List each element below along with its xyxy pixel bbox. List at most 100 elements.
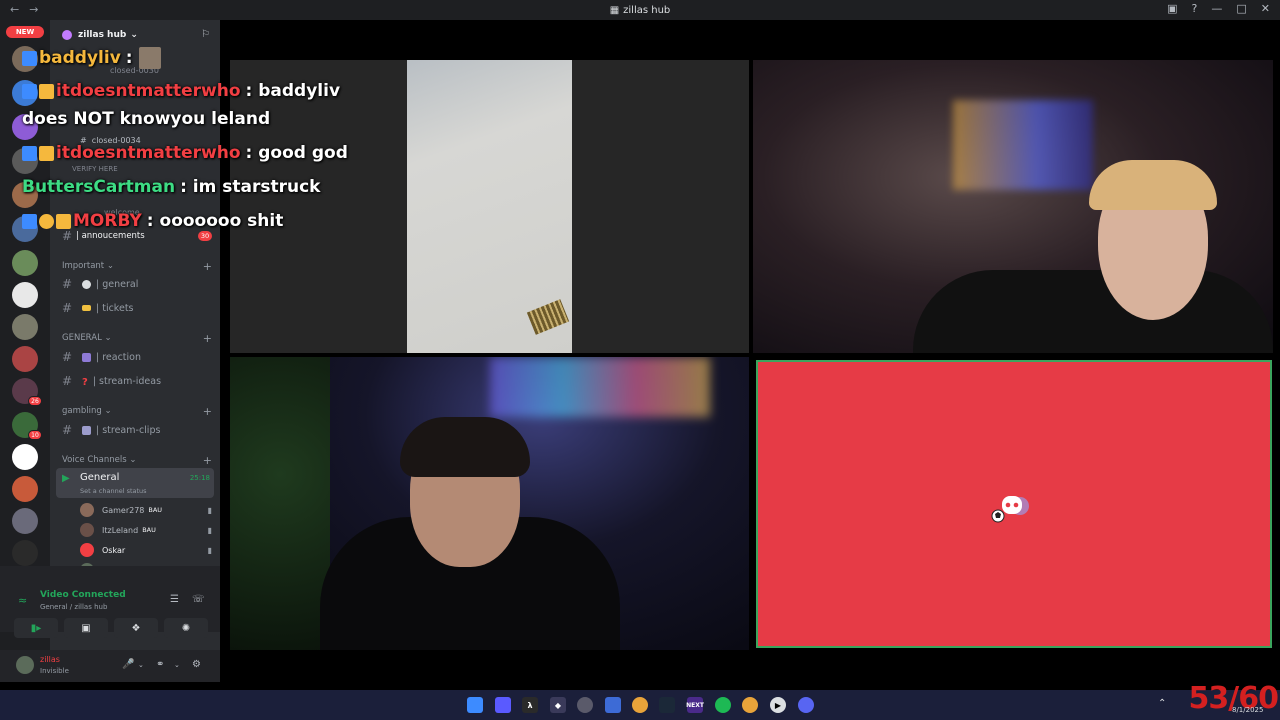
server-icon-16[interactable] (12, 540, 38, 566)
category-important[interactable]: Important ⌄ + (62, 260, 212, 273)
next-app-icon[interactable]: NEXT (686, 697, 704, 713)
chrome-icon[interactable] (632, 697, 648, 713)
hash-icon: # (62, 277, 73, 291)
channel-reaction[interactable]: # | reaction (62, 347, 212, 367)
server-avatar-icon (62, 30, 72, 40)
vscode-icon[interactable] (605, 697, 621, 713)
disconnect-icon[interactable]: ☏ (192, 594, 205, 605)
add-channel-icon[interactable]: + (203, 405, 212, 418)
soundboard-button[interactable]: ✺ (164, 618, 208, 638)
channel-tickets[interactable]: # | tickets (62, 298, 212, 318)
server-icon-11[interactable]: 26 (12, 378, 42, 406)
server-icon-9[interactable] (12, 314, 38, 340)
screen-share-button[interactable]: ▣ (64, 618, 108, 638)
task-view-icon[interactable] (495, 697, 511, 713)
hash-icon: # (62, 423, 73, 437)
server-icon-13[interactable] (12, 444, 38, 470)
chat-username: baddyliv (39, 48, 121, 68)
chevron-down-icon[interactable]: ⌄ (138, 661, 144, 669)
app-icon-1[interactable]: λ (522, 697, 538, 713)
chat-message: itdoesntmatterwho : good god (22, 143, 348, 163)
webcam-tile-1[interactable] (753, 60, 1273, 353)
server-icon-8[interactable] (12, 282, 38, 308)
back-arrow-icon[interactable]: ← (10, 3, 19, 16)
video-camera-icon: ▮▸ (30, 622, 42, 634)
chevron-down-icon: ⌄ (106, 261, 114, 271)
spotify-icon[interactable] (715, 697, 731, 713)
camera-icon: ▮ (207, 525, 212, 535)
add-member-icon[interactable]: ⚐ (201, 29, 210, 40)
channel-stream-ideas[interactable]: # ? | stream-ideas (62, 371, 212, 391)
taskbar-date[interactable]: 8/1/2025 (1232, 706, 1263, 714)
screen: ← → ▦ zillas hub ▣ ? — □ ✕ NEW 26 10 zil… (0, 0, 1280, 720)
minimize-icon[interactable]: — (1211, 2, 1222, 15)
discord-icon[interactable] (798, 697, 814, 713)
chrome-icon-2[interactable] (742, 697, 758, 713)
voice-user[interactable]: Oskar ▮ (80, 541, 212, 559)
chevron-up-icon[interactable]: ⌃ (1158, 698, 1166, 709)
server-icon-10[interactable] (12, 346, 38, 372)
activities-button[interactable]: ❖ (114, 618, 158, 638)
server-icon-12[interactable]: 10 (12, 412, 42, 440)
participant-tile-no-video[interactable] (756, 360, 1272, 648)
person-hat-image (1089, 160, 1217, 210)
signal-icon[interactable]: ≈ (18, 594, 27, 607)
voice-channel-status[interactable]: Set a channel status (80, 487, 147, 495)
category-label: gambling (62, 406, 102, 416)
add-channel-icon[interactable]: + (203, 260, 212, 273)
media-player-icon[interactable]: ▶ (770, 697, 786, 713)
steam-icon[interactable] (659, 697, 675, 713)
category-gambling[interactable]: gambling ⌄ + (62, 405, 212, 418)
avatar (80, 543, 94, 557)
close-icon[interactable]: ✕ (1261, 2, 1270, 15)
headphones-icon[interactable]: ⚭ (156, 659, 164, 670)
channel-general[interactable]: # | general (62, 274, 212, 294)
chevron-down-icon: ⌄ (104, 406, 112, 416)
server-badge: 26 (28, 396, 42, 406)
maximize-icon[interactable]: □ (1236, 2, 1246, 15)
windows-start-icon[interactable] (467, 697, 483, 713)
chat-username: itdoesntmatterwho (56, 143, 241, 163)
forward-arrow-icon[interactable]: → (29, 3, 38, 16)
add-channel-icon[interactable]: + (203, 454, 212, 467)
channel-label: | stream-ideas (92, 375, 162, 387)
chat-badge-icon (22, 213, 37, 229)
plant-image (230, 357, 330, 650)
app-icon-2[interactable]: ◆ (550, 697, 566, 713)
avatar[interactable] (16, 656, 34, 674)
noise-suppression-icon[interactable]: ☰ (170, 594, 179, 605)
server-badge: 10 (28, 430, 42, 440)
chat-username: ButtersCartman (22, 177, 176, 197)
voice-user[interactable]: Gamer278 BAU ▮ (80, 501, 212, 519)
voice-status-subtitle[interactable]: General / zillas hub (40, 603, 107, 611)
channel-verify-here[interactable]: VERIFY HERE (72, 165, 118, 173)
server-header[interactable]: zillas hub ⌄ ⚐ (50, 20, 220, 50)
microphone-icon[interactable]: 🎤 (122, 659, 134, 670)
chat-text: does NOT knowyou leland (22, 109, 271, 129)
chevron-down-icon[interactable]: ⌄ (174, 661, 180, 669)
category-label: GENERAL (62, 333, 102, 343)
chat-message: baddyliv : (22, 47, 163, 69)
channel-stream-clips[interactable]: # | stream-clips (62, 420, 212, 440)
voice-user[interactable]: ItzLeland BAU ▮ (80, 521, 212, 539)
server-icon-14[interactable] (12, 476, 38, 502)
crown-badge-icon (39, 83, 54, 99)
chat-message: itdoesntmatterwho : baddyliv (22, 81, 340, 101)
webcam-tile-2[interactable] (230, 357, 749, 650)
help-icon[interactable]: ? (1192, 2, 1198, 15)
ticket-icon (82, 305, 91, 311)
add-channel-icon[interactable]: + (203, 332, 212, 345)
voice-channel-general[interactable]: ▶ General Set a channel status 25:18 (56, 468, 214, 498)
gear-icon[interactable]: ⚙ (192, 659, 201, 670)
inbox-icon[interactable]: ▣ (1167, 2, 1177, 15)
server-icon-15[interactable] (12, 508, 38, 534)
server-icon-7[interactable] (12, 250, 38, 276)
screen-share-tile[interactable] (230, 60, 749, 353)
category-voice-channels[interactable]: Voice Channels ⌄ + (62, 454, 212, 467)
camera-button[interactable]: ▮▸ (14, 618, 58, 638)
app-icon-3[interactable] (577, 697, 593, 713)
category-general[interactable]: GENERAL ⌄ + (62, 332, 212, 345)
window-title: ▦ zillas hub (610, 5, 671, 16)
chat-badge-icon (22, 83, 37, 99)
chevron-down-icon: ⌄ (130, 30, 138, 40)
